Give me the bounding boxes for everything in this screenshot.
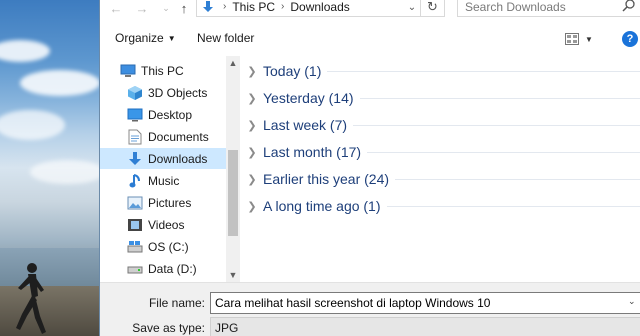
chevron-right-icon: ❯ bbox=[247, 119, 257, 132]
nav-item-label: Data (D:) bbox=[148, 261, 197, 276]
group-long-time-ago[interactable]: ❯ A long time ago (1) bbox=[241, 195, 640, 217]
download-arrow-icon bbox=[127, 151, 143, 167]
desktop-wallpaper bbox=[0, 0, 99, 336]
new-folder-button[interactable]: New folder bbox=[197, 31, 254, 45]
picture-icon bbox=[127, 195, 143, 211]
breadcrumb-separator-icon: › bbox=[223, 1, 227, 12]
search-icon[interactable] bbox=[621, 0, 637, 14]
nav-item-label: OS (C:) bbox=[148, 239, 189, 254]
address-dropdown-icon[interactable]: ⌄ bbox=[403, 0, 421, 16]
chevron-right-icon: ❯ bbox=[247, 173, 257, 186]
back-icon[interactable]: ← bbox=[106, 0, 126, 16]
group-divider bbox=[353, 124, 640, 126]
film-icon bbox=[127, 217, 143, 233]
recent-dropdown-icon[interactable]: ⌄ bbox=[156, 0, 176, 16]
nav-item-desktop[interactable]: Desktop bbox=[100, 104, 226, 125]
caret-down-icon: ▼ bbox=[585, 34, 593, 44]
nav-item-label: 3D Objects bbox=[148, 85, 208, 100]
address-bar[interactable]: › This PC › Downloads bbox=[196, 0, 421, 17]
save-fields: File name: ⌄ Save as type: JPG bbox=[100, 282, 640, 336]
help-icon[interactable]: ? bbox=[622, 31, 638, 47]
nav-item-data-d[interactable]: Data (D:) bbox=[100, 258, 226, 279]
group-label: Today (1) bbox=[263, 63, 322, 79]
drive-icon bbox=[127, 261, 143, 277]
scroll-down-icon[interactable]: ▼ bbox=[226, 268, 240, 282]
search-input[interactable]: Search Downloads bbox=[457, 0, 640, 17]
runner-silhouette bbox=[16, 263, 46, 334]
organize-label: Organize bbox=[115, 31, 164, 45]
nav-item-label: Music bbox=[148, 173, 180, 188]
save-as-type-value: JPG bbox=[215, 321, 239, 335]
group-label: Last week (7) bbox=[263, 117, 348, 133]
save-as-type-label: Save as type: bbox=[132, 321, 205, 335]
search-placeholder: Search Downloads bbox=[465, 0, 566, 14]
group-last-month[interactable]: ❯ Last month (17) bbox=[241, 141, 640, 163]
chevron-right-icon: ❯ bbox=[247, 200, 257, 213]
save-as-type-select[interactable]: JPG bbox=[210, 317, 640, 336]
save-as-dialog: ← → ⌄ ↑ › This PC › Downloads ⌄ ↻ Search… bbox=[99, 0, 640, 336]
group-divider bbox=[359, 97, 640, 99]
nav-item-this-pc[interactable]: This PC bbox=[100, 60, 226, 81]
nav-item-label: This PC bbox=[141, 63, 184, 78]
group-divider bbox=[367, 151, 640, 153]
nav-item-documents[interactable]: Documents bbox=[100, 126, 226, 147]
nav-scrollbar[interactable]: ▲ ▼ bbox=[226, 56, 240, 282]
nav-item-videos[interactable]: Videos bbox=[100, 214, 226, 235]
change-view-button[interactable]: ▼ bbox=[565, 32, 599, 46]
desktop-icon bbox=[127, 107, 143, 123]
document-icon bbox=[127, 129, 143, 145]
chevron-right-icon: ❯ bbox=[247, 65, 257, 78]
group-label: Earlier this year (24) bbox=[263, 171, 390, 187]
file-name-input[interactable] bbox=[210, 292, 640, 314]
nav-item-pictures[interactable]: Pictures bbox=[100, 192, 226, 213]
view-grid-icon bbox=[565, 33, 579, 45]
nav-item-os-c[interactable]: OS (C:) bbox=[100, 236, 226, 257]
group-divider bbox=[327, 70, 640, 72]
nav-item-label: Videos bbox=[148, 217, 185, 232]
organize-button[interactable]: Organize ▼ bbox=[115, 31, 176, 45]
group-label: A long time ago (1) bbox=[263, 198, 381, 214]
chevron-right-icon: ❯ bbox=[247, 92, 257, 105]
chevron-right-icon: ❯ bbox=[247, 146, 257, 159]
file-name-label: File name: bbox=[148, 296, 205, 310]
refresh-icon[interactable]: ↻ bbox=[421, 0, 445, 17]
group-label: Last month (17) bbox=[263, 144, 362, 160]
group-divider bbox=[395, 178, 640, 180]
computer-icon bbox=[120, 63, 136, 79]
breadcrumb-separator-icon: › bbox=[281, 1, 285, 12]
nav-item-label: Downloads bbox=[148, 151, 208, 166]
address-row: ← → ⌄ ↑ › This PC › Downloads ⌄ ↻ Search… bbox=[100, 0, 640, 22]
navigation-pane: This PC 3D Objects Desktop Documents Dow bbox=[100, 56, 240, 282]
group-earlier-this-year[interactable]: ❯ Earlier this year (24) bbox=[241, 168, 640, 190]
breadcrumb-this-pc[interactable]: This PC bbox=[232, 0, 275, 14]
group-last-week[interactable]: ❯ Last week (7) bbox=[241, 114, 640, 136]
group-label: Yesterday (14) bbox=[263, 90, 354, 106]
nav-item-label: Pictures bbox=[148, 195, 192, 210]
music-note-icon bbox=[127, 173, 143, 189]
scroll-thumb[interactable] bbox=[228, 150, 238, 236]
toolbar: Organize ▼ New folder ▼ ? bbox=[100, 28, 640, 50]
group-divider bbox=[386, 205, 640, 207]
up-icon[interactable]: ↑ bbox=[174, 0, 194, 16]
nav-item-3d-objects[interactable]: 3D Objects bbox=[100, 82, 226, 103]
caret-down-icon: ▼ bbox=[167, 34, 176, 43]
drive-icon bbox=[127, 239, 143, 255]
chevron-down-icon[interactable]: ⌄ bbox=[628, 296, 636, 307]
forward-icon[interactable]: → bbox=[132, 0, 152, 16]
scroll-up-icon[interactable]: ▲ bbox=[226, 56, 240, 70]
group-today[interactable]: ❯ Today (1) bbox=[241, 60, 640, 82]
file-list: ❯ Today (1) ❯ Yesterday (14) ❯ Last week… bbox=[241, 56, 640, 282]
nav-item-label: Documents bbox=[148, 129, 209, 144]
nav-item-downloads[interactable]: Downloads bbox=[100, 148, 226, 169]
download-arrow-icon bbox=[203, 0, 213, 12]
group-yesterday[interactable]: ❯ Yesterday (14) bbox=[241, 87, 640, 109]
cube-icon bbox=[127, 85, 143, 101]
nav-item-music[interactable]: Music bbox=[100, 170, 226, 191]
nav-item-label: Desktop bbox=[148, 107, 193, 122]
breadcrumb-downloads[interactable]: Downloads bbox=[290, 0, 349, 14]
